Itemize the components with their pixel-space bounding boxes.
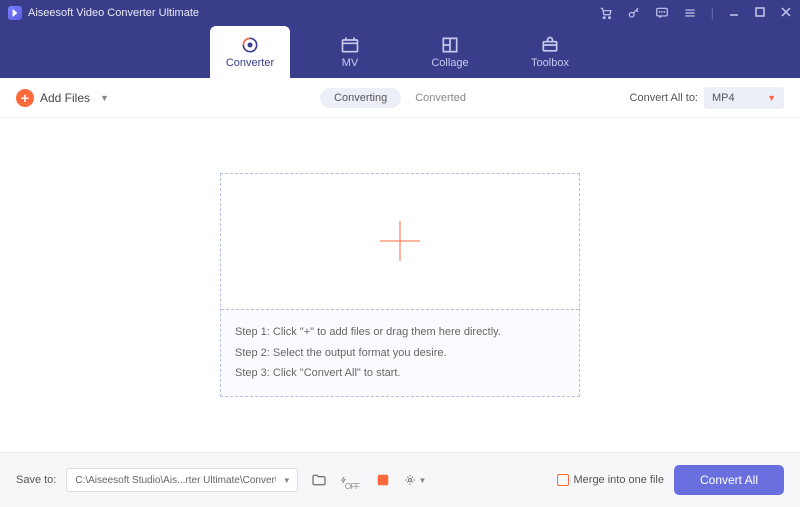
merge-label: Merge into one file bbox=[574, 474, 665, 486]
mv-icon bbox=[340, 35, 360, 55]
cart-icon[interactable] bbox=[599, 6, 613, 20]
tab-toolbox[interactable]: Toolbox bbox=[510, 26, 590, 78]
instructions: Step 1: Click "+" to add files or drag t… bbox=[221, 310, 579, 397]
seg-converted[interactable]: Converted bbox=[401, 88, 480, 108]
merge-checkbox[interactable]: Merge into one file bbox=[557, 474, 665, 486]
dropzone-add-area[interactable] bbox=[221, 174, 579, 310]
toolbox-icon bbox=[540, 35, 560, 55]
app-logo-icon bbox=[8, 6, 22, 20]
format-selected-value: MP4 bbox=[712, 92, 735, 104]
convert-state-segment: Converting Converted bbox=[320, 88, 480, 108]
toolbar: + Add Files ▼ Converting Converted Conve… bbox=[0, 78, 800, 118]
chevron-down-icon: ▼ bbox=[100, 93, 109, 103]
main-area: Step 1: Click "+" to add files or drag t… bbox=[0, 118, 800, 452]
gpu-on-button[interactable] bbox=[372, 469, 394, 491]
maximize-button[interactable] bbox=[754, 6, 766, 20]
menu-icon[interactable] bbox=[683, 6, 697, 20]
tab-label: Toolbox bbox=[531, 57, 569, 69]
seg-converting[interactable]: Converting bbox=[320, 88, 401, 108]
add-files-button[interactable]: + Add Files ▼ bbox=[16, 89, 109, 107]
format-select[interactable]: MP4 ▼ bbox=[704, 87, 784, 109]
tab-converter[interactable]: Converter bbox=[210, 26, 290, 78]
close-button[interactable] bbox=[780, 6, 792, 20]
feedback-icon[interactable] bbox=[655, 6, 669, 20]
titlebar: Aiseesoft Video Converter Ultimate | bbox=[0, 0, 800, 26]
plus-icon: + bbox=[16, 89, 34, 107]
app-title: Aiseesoft Video Converter Ultimate bbox=[28, 7, 599, 19]
open-folder-button[interactable] bbox=[308, 469, 330, 491]
minimize-button[interactable] bbox=[728, 6, 740, 20]
chevron-down-icon: ▼ bbox=[767, 93, 776, 103]
bottom-bar: Save to: C:\Aiseesoft Studio\Ais...rter … bbox=[0, 452, 800, 507]
step-text: Step 3: Click "Convert All" to start. bbox=[235, 363, 565, 384]
convert-all-button[interactable]: Convert All bbox=[674, 465, 784, 495]
key-icon[interactable] bbox=[627, 6, 641, 20]
nav-tabs: Converter MV Collage Toolbox bbox=[0, 26, 800, 78]
checkbox-icon bbox=[557, 474, 569, 486]
tab-label: Collage bbox=[431, 57, 468, 69]
save-path-dropdown[interactable]: ▼ bbox=[276, 468, 298, 492]
convert-all-to-label: Convert All to: bbox=[630, 92, 698, 104]
settings-button[interactable]: ▼ bbox=[404, 469, 426, 491]
step-text: Step 1: Click "+" to add files or drag t… bbox=[235, 322, 565, 343]
add-files-label: Add Files bbox=[40, 91, 90, 105]
save-path-input[interactable]: C:\Aiseesoft Studio\Ais...rter Ultimate\… bbox=[66, 468, 286, 492]
dropzone[interactable]: Step 1: Click "+" to add files or drag t… bbox=[220, 173, 580, 398]
large-plus-icon bbox=[380, 221, 420, 261]
tab-collage[interactable]: Collage bbox=[410, 26, 490, 78]
collage-icon bbox=[440, 35, 460, 55]
hardware-accel-button[interactable]: OFF bbox=[340, 469, 362, 491]
tab-mv[interactable]: MV bbox=[310, 26, 390, 78]
save-to-label: Save to: bbox=[16, 474, 56, 486]
tab-label: Converter bbox=[226, 57, 274, 69]
converter-icon bbox=[240, 35, 260, 55]
tab-label: MV bbox=[342, 57, 359, 69]
step-text: Step 2: Select the output format you des… bbox=[235, 343, 565, 364]
